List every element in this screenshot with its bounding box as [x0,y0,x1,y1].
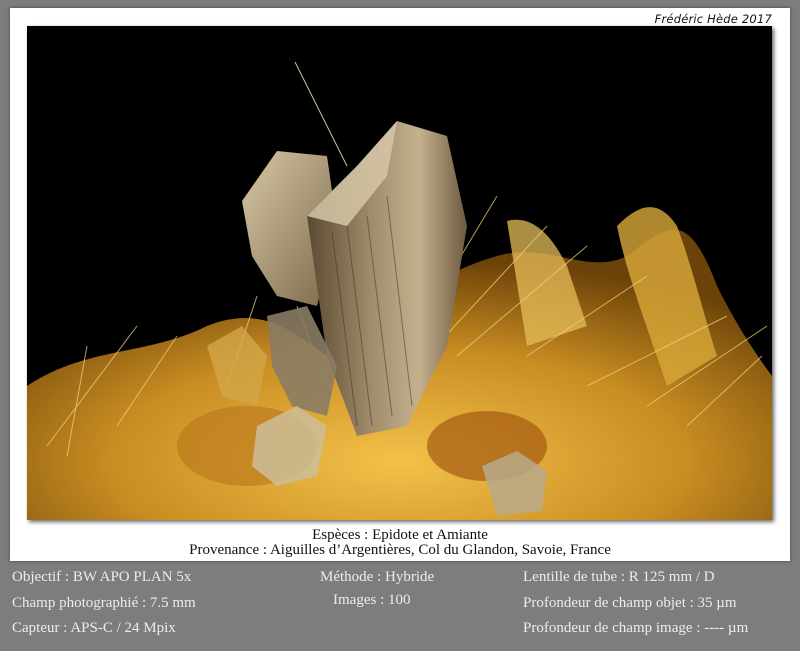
tube-lens-info: Lentille de tube : R 125 mm / D [523,569,715,585]
dof-object-info: Profondeur de champ objet : 35 µm [523,595,737,611]
objective-info: Objectif : BW APO PLAN 5x [12,569,192,585]
method-info: Méthode : Hybride [320,569,435,585]
origin-caption: Provenance : Aiguilles d’Argentières, Co… [189,542,611,558]
sensor-info: Capteur : APS-C / 24 Mpix [12,620,176,636]
photographer-credit: Frédéric Hède 2017 [654,12,772,26]
field-info: Champ photographié : 7.5 mm [12,595,196,611]
mineral-photo [27,26,772,520]
images-info: Images : 100 [333,592,411,608]
dof-image-info: Profondeur de champ image : ---- µm [523,620,749,636]
